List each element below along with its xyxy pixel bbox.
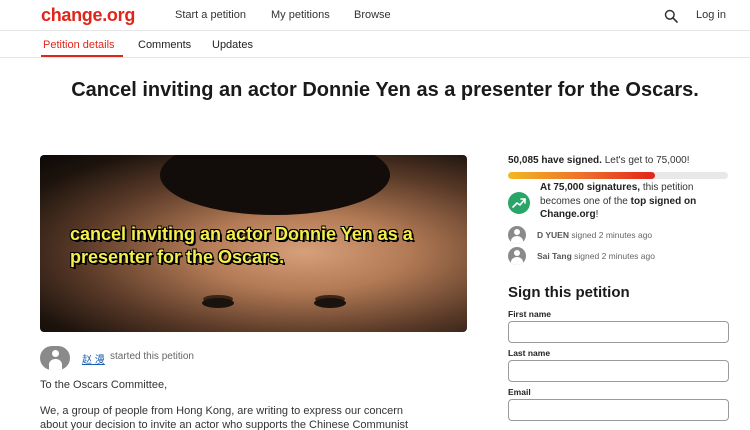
signature-count: 50,085 have signed. Let's get to 75,000! xyxy=(508,155,690,166)
sign-form-title: Sign this petition xyxy=(508,284,630,301)
image-left-eye xyxy=(202,298,234,308)
recent-signer: D YUEN signed 2 minutes ago xyxy=(508,226,730,244)
first-name-label: First name xyxy=(508,309,551,319)
signer-text: D YUEN signed 2 minutes ago xyxy=(537,230,652,240)
starter-avatar xyxy=(40,346,70,370)
signer-avatar xyxy=(508,247,526,265)
progress-fill xyxy=(508,172,655,179)
signer-avatar xyxy=(508,226,526,244)
login-link[interactable]: Log in xyxy=(696,9,726,21)
signature-progress-bar xyxy=(508,172,728,179)
email-field[interactable] xyxy=(508,399,729,421)
email-label: Email xyxy=(508,387,531,397)
starter-caption: started this petition xyxy=(110,351,194,362)
signed-count-text: 50,085 have signed. xyxy=(508,155,602,166)
change-org-logo[interactable]: change.org xyxy=(41,5,135,26)
recent-signer: Sai Tang signed 2 minutes ago xyxy=(508,247,730,265)
last-name-label: Last name xyxy=(508,348,551,358)
milestone-suffix: ! xyxy=(595,209,599,220)
starter-name-link[interactable]: 赵 漫 xyxy=(82,351,105,366)
petition-salutation: To the Oscars Committee, xyxy=(40,379,168,391)
signer-name: D YUEN xyxy=(537,230,569,240)
last-name-field[interactable] xyxy=(508,360,729,382)
top-navigation-bar: change.org Start a petition My petitions… xyxy=(0,0,750,31)
image-caption: cancel inviting an actor Donnie Yen as a… xyxy=(70,224,413,267)
milestone-prefix: At 75,000 signatures, xyxy=(540,182,641,193)
signer-text: Sai Tang signed 2 minutes ago xyxy=(537,251,655,261)
nav-start-petition[interactable]: Start a petition xyxy=(175,9,246,21)
petition-body-line: about your decision to invite an actor w… xyxy=(40,419,409,430)
milestone-message: At 75,000 signatures, this petition beco… xyxy=(540,181,730,222)
signer-name: Sai Tang xyxy=(537,251,572,261)
petition-title: Cancel inviting an actor Donnie Yen as a… xyxy=(71,79,699,101)
signer-time: signed 2 minutes ago xyxy=(574,251,655,261)
signer-time: signed 2 minutes ago xyxy=(571,230,653,240)
image-hair-shape xyxy=(160,155,390,215)
image-right-eye xyxy=(314,298,346,308)
nav-browse[interactable]: Browse xyxy=(354,9,391,21)
nav-my-petitions[interactable]: My petitions xyxy=(271,9,330,21)
goal-text: Let's get to 75,000! xyxy=(604,155,690,166)
tab-petition-details[interactable]: Petition details xyxy=(43,39,115,51)
trending-up-icon xyxy=(508,192,530,214)
search-icon[interactable] xyxy=(664,9,678,23)
petition-image: cancel inviting an actor Donnie Yen as a… xyxy=(40,155,467,332)
active-tab-indicator xyxy=(41,55,123,57)
first-name-field[interactable] xyxy=(508,321,729,343)
petition-tabs: Petition details Comments Updates xyxy=(0,31,750,58)
tab-comments[interactable]: Comments xyxy=(138,39,191,51)
petition-body-line: We, a group of people from Hong Kong, ar… xyxy=(40,405,403,417)
tab-updates[interactable]: Updates xyxy=(212,39,253,51)
